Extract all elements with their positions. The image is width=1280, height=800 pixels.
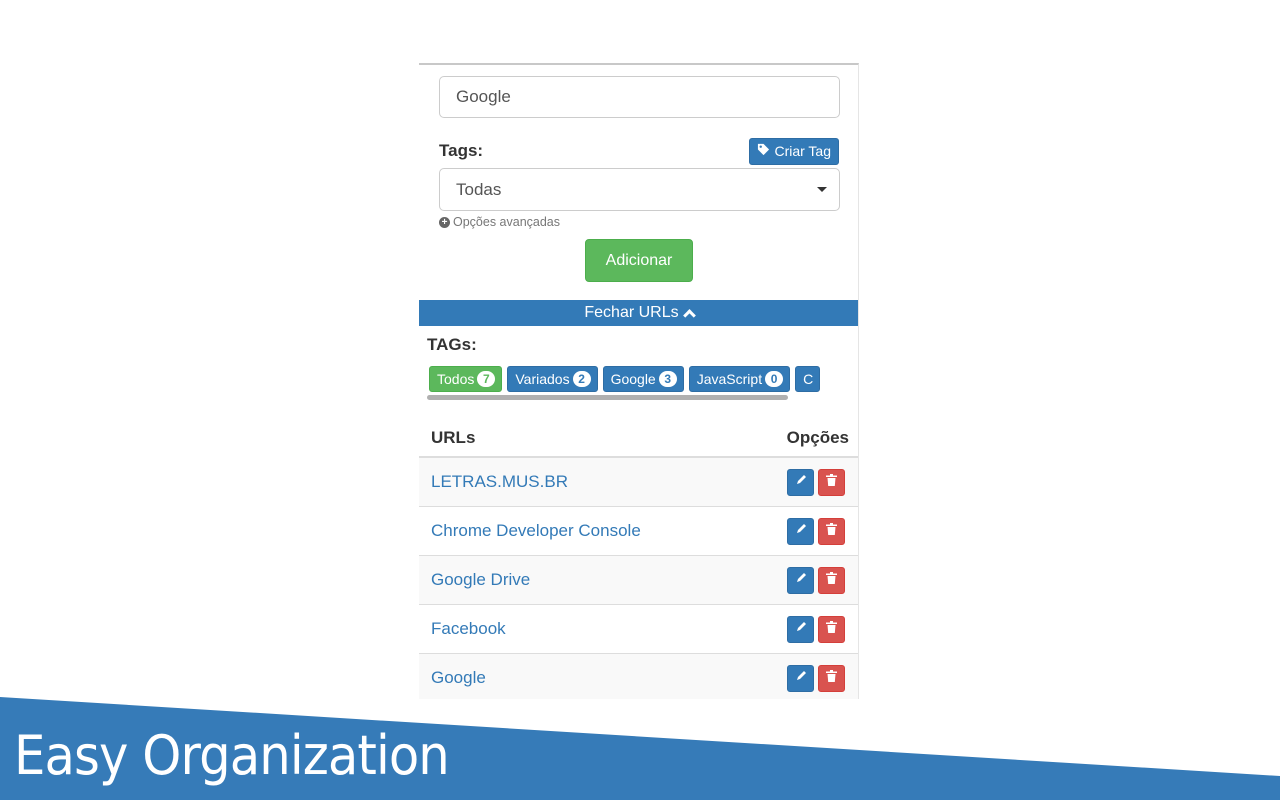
tag-filter-todos[interactable]: Todos 7	[429, 366, 503, 392]
url-table: URLs Opções LETRAS.MUS.BR Chrome Develop…	[419, 419, 858, 699]
url-name-input[interactable]	[439, 76, 840, 118]
add-url-form: Tags: Criar Tag Todas + Opções avançadas…	[419, 76, 858, 282]
chevron-down-icon	[817, 187, 827, 192]
tag-label: Google	[610, 371, 656, 387]
trash-icon	[826, 571, 837, 589]
tag-icon	[757, 143, 770, 159]
trash-icon	[826, 473, 837, 491]
banner-title: Easy Organization	[14, 724, 450, 787]
pencil-icon	[795, 522, 807, 540]
tag-filter-javascript[interactable]: JavaScript 0	[688, 366, 791, 392]
url-link[interactable]: LETRAS.MUS.BR	[431, 472, 568, 492]
trash-icon	[826, 669, 837, 687]
row-options	[787, 664, 845, 692]
url-link[interactable]: Facebook	[431, 619, 506, 639]
row-options	[787, 615, 845, 643]
url-link[interactable]: Google	[431, 668, 486, 688]
tag-select[interactable]: Todas	[439, 168, 840, 211]
tag-label: Todos	[437, 371, 475, 387]
edit-button[interactable]	[787, 664, 814, 692]
edit-button[interactable]	[787, 615, 814, 643]
edit-button[interactable]	[787, 566, 814, 594]
edit-button[interactable]	[787, 517, 814, 545]
pencil-icon	[795, 473, 807, 491]
plus-circle-icon: +	[439, 216, 450, 228]
table-row: Google Drive	[419, 556, 858, 605]
add-button[interactable]: Adicionar	[585, 239, 693, 282]
chevron-up-icon	[682, 308, 696, 322]
delete-button[interactable]	[818, 566, 845, 594]
tags-row: Tags: Criar Tag	[439, 137, 839, 165]
create-tag-label: Criar Tag	[774, 143, 831, 159]
create-tag-button[interactable]: Criar Tag	[749, 137, 839, 165]
tag-label: Variados	[515, 371, 570, 387]
pencil-icon	[795, 669, 807, 687]
edit-button[interactable]	[787, 468, 814, 496]
header-urls: URLs	[431, 427, 476, 447]
delete-button[interactable]	[818, 615, 845, 643]
tag-label: JavaScript	[696, 371, 763, 387]
header-options: Opções	[786, 427, 849, 447]
advanced-options-label: Opções avançadas	[453, 215, 561, 229]
delete-button[interactable]	[818, 468, 845, 496]
url-link[interactable]: Chrome Developer Console	[431, 521, 641, 541]
tags-title: TAGs:	[427, 335, 477, 354]
delete-button[interactable]	[818, 664, 845, 692]
table-row: Google	[419, 654, 858, 699]
url-table-body: LETRAS.MUS.BR Chrome Developer Console G…	[419, 458, 858, 699]
table-row: Facebook	[419, 605, 858, 654]
tags-section: TAGs: Todos 7 Variados 2 Google 3 JavaSc…	[419, 335, 858, 400]
trash-icon	[826, 522, 837, 540]
url-link[interactable]: Google Drive	[431, 570, 530, 590]
tag-select-value: Todas	[456, 179, 502, 199]
tag-filter-google[interactable]: Google 3	[602, 366, 684, 392]
add-button-wrap: Adicionar	[439, 239, 839, 282]
tag-label: C	[803, 371, 814, 387]
pencil-icon	[795, 620, 807, 638]
delete-button[interactable]	[818, 517, 845, 545]
row-options	[787, 566, 845, 594]
url-table-header: URLs Opções	[419, 419, 858, 458]
tag-filter-partial[interactable]: C	[795, 366, 821, 392]
tag-count-badge: 2	[572, 371, 591, 387]
tag-count-badge: 3	[658, 371, 677, 387]
pencil-icon	[795, 571, 807, 589]
tag-list-scrollbar[interactable]	[427, 395, 788, 400]
extension-popup: Tags: Criar Tag Todas + Opções avançadas…	[419, 63, 859, 699]
close-urls-toggle[interactable]: Fechar URLs	[419, 300, 858, 326]
advanced-options-link[interactable]: + Opções avançadas	[439, 214, 839, 230]
row-options	[787, 468, 845, 496]
tag-count-badge: 7	[477, 371, 496, 387]
tag-filter-list: Todos 7 Variados 2 Google 3 JavaScript 0…	[427, 366, 852, 392]
table-row: LETRAS.MUS.BR	[419, 458, 858, 507]
table-row: Chrome Developer Console	[419, 507, 858, 556]
tags-label: Tags:	[439, 141, 484, 160]
tag-filter-variados[interactable]: Variados 2	[507, 366, 598, 392]
row-options	[787, 517, 845, 545]
trash-icon	[826, 620, 837, 638]
tag-count-badge: 0	[765, 371, 784, 387]
close-urls-label: Fechar URLs	[584, 304, 679, 321]
